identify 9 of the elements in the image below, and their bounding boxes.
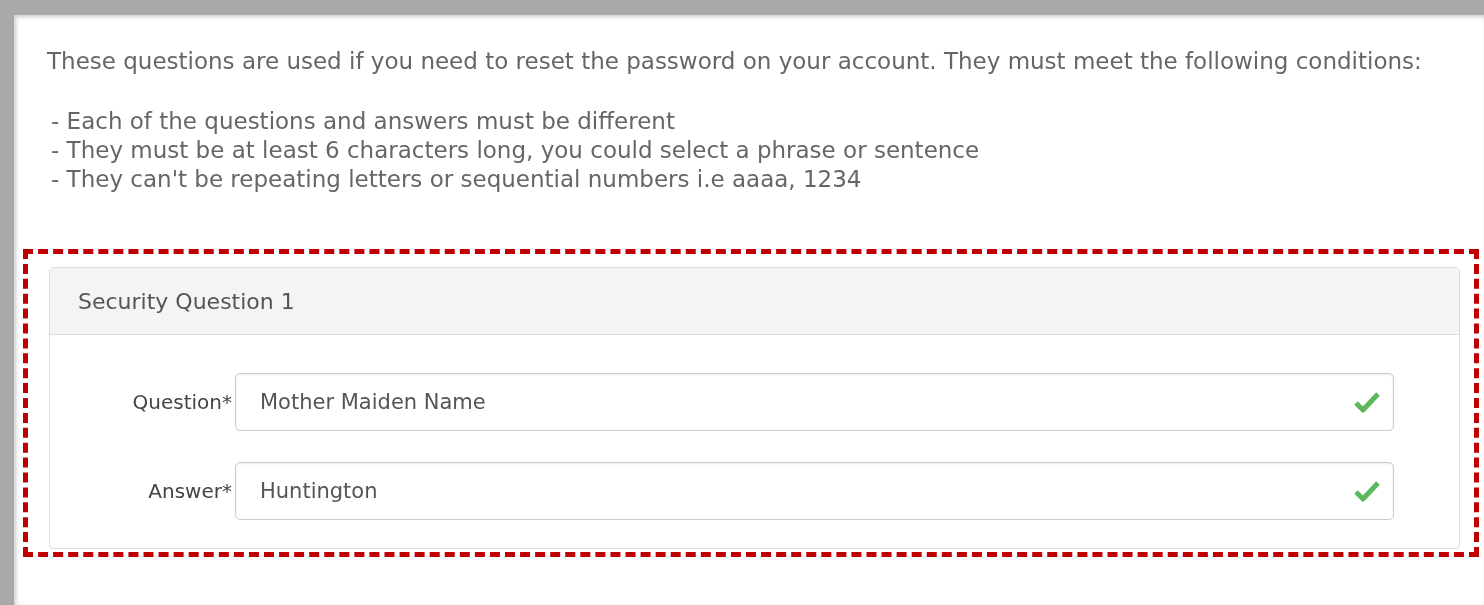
condition-text: - Each of the questions and answers must be different [51,107,676,136]
input-field[interactable]: Huntington [235,462,1394,520]
input-field[interactable]: Mother Maiden Name [235,373,1394,431]
condition-text: - They must be at least 6 characters long, you could select a phrase or sentence [51,136,981,165]
panel-title: Security Question 1 [78,288,295,314]
field-label: Question* [131,390,233,414]
condition-text: - They can't be repeating letters or sequential numbers i.e aaaa, 1234 [51,165,863,194]
intro-text: These questions are used if you need to reset the password on your account. They must meet the following conditions: [47,47,1423,76]
field-label: Answer* [147,479,233,503]
